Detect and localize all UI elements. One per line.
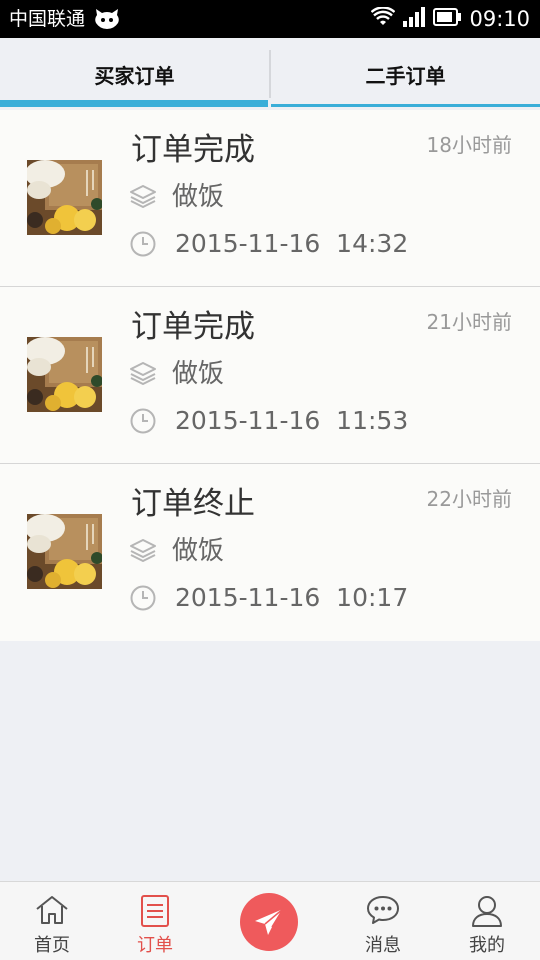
order-item[interactable]: 订单终止 22小时前 做饭 2015-11-16 10:17 — [0, 464, 540, 641]
order-time-ago: 21小时前 — [426, 310, 512, 334]
layers-icon — [129, 361, 157, 389]
order-status: 订单完成 — [131, 309, 255, 345]
nav-orders[interactable]: 订单 — [110, 882, 200, 960]
order-datetime: 2015-11-16 10:17 — [175, 583, 409, 612]
house-icon — [35, 895, 69, 929]
order-category: 做饭 — [172, 536, 225, 566]
chat-bubble-icon — [366, 895, 400, 929]
carrier-name: 中国联通 — [9, 8, 86, 30]
tab-secondhand-orders[interactable]: 二手订单 — [271, 38, 540, 110]
order-status: 订单完成 — [131, 132, 255, 168]
wifi-icon — [371, 6, 396, 31]
app-screen: 中国联通 09:10 买家订单 二手订单 订单完成 18小时前 做饭 2015-… — [0, 0, 540, 960]
clock: 09:10 — [469, 7, 530, 31]
order-category: 做饭 — [172, 182, 225, 212]
nav-me[interactable]: 我的 — [442, 882, 532, 960]
order-list: 订单完成 18小时前 做饭 2015-11-16 14:32 订单完成 21小时… — [0, 110, 540, 641]
clock-icon — [130, 408, 156, 438]
send-button[interactable] — [240, 893, 298, 951]
order-tabs: 买家订单 二手订单 — [0, 38, 540, 110]
battery-icon — [433, 8, 462, 30]
order-time-ago: 18小时前 — [426, 133, 512, 157]
status-icons: 09:10 — [371, 6, 530, 32]
person-icon — [471, 895, 503, 931]
layers-icon — [129, 184, 157, 212]
order-item[interactable]: 订单完成 21小时前 做饭 2015-11-16 11:53 — [0, 287, 540, 464]
layers-icon — [129, 538, 157, 566]
clock-icon — [130, 231, 156, 261]
order-datetime: 2015-11-16 11:53 — [175, 406, 409, 435]
clock-icon — [130, 585, 156, 615]
order-thumbnail — [27, 160, 102, 235]
nav-me-label: 我的 — [469, 935, 505, 956]
nav-home[interactable]: 首页 — [7, 882, 97, 960]
order-item[interactable]: 订单完成 18小时前 做饭 2015-11-16 14:32 — [0, 110, 540, 287]
nav-messages-label: 消息 — [365, 935, 401, 956]
nav-messages[interactable]: 消息 — [338, 882, 428, 960]
bottom-navigation: 首页 订单 消息 我的 — [0, 881, 540, 960]
signal-icon — [403, 7, 426, 31]
order-thumbnail — [27, 337, 102, 412]
tab-baseline — [271, 104, 540, 107]
order-category: 做饭 — [172, 359, 225, 389]
active-tab-indicator — [0, 100, 268, 107]
notification-cat-icon — [94, 9, 120, 33]
nav-home-label: 首页 — [34, 935, 70, 956]
order-datetime: 2015-11-16 14:32 — [175, 229, 409, 258]
status-bar: 中国联通 09:10 — [0, 0, 540, 38]
nav-orders-label: 订单 — [137, 935, 173, 956]
order-thumbnail — [27, 514, 102, 589]
order-status: 订单终止 — [131, 486, 255, 522]
order-time-ago: 22小时前 — [426, 487, 512, 511]
document-list-icon — [141, 895, 169, 931]
